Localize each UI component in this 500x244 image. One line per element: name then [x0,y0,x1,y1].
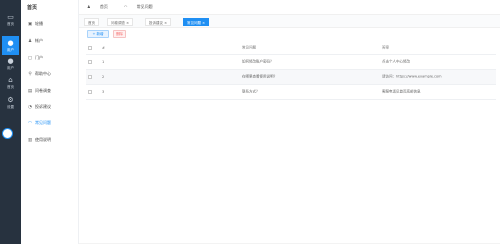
user-icon: ♟ [27,38,33,44]
row-answer: 请访问：https://www.example.com [382,74,442,79]
row-checkbox[interactable] [88,60,92,64]
row-checkbox[interactable] [88,90,92,94]
home-icon: ▭ [7,12,14,21]
menu-item-label: 常见问题 [35,120,51,125]
menu-item-complaint[interactable]: ◔ 投诉建议 [27,102,51,112]
row-num: 2 [102,75,105,79]
chat-icon: ▤ [27,88,33,94]
link-icon: ⚲ [28,71,32,77]
header-answer: 答案 [382,45,389,50]
rail-item-home[interactable]: ▭ 首页 [2,10,19,29]
menu-item-account[interactable]: ♟ 帐户 [27,36,43,46]
table-row[interactable]: 2 在哪里查看使用说明？ 请访问：https://www.example.com [86,70,496,85]
header-num: # [102,46,105,50]
header-user[interactable]: ♟ 首页 [87,4,116,10]
row-question: 如何修改账户密码？ [242,59,274,64]
gear-icon: ⚙ [7,95,14,104]
row-checkbox[interactable] [88,75,92,79]
menu-item-label: 门户 [35,55,43,60]
menu-item-label: 投诉建议 [35,104,51,109]
app-window: ▭ 首页 ● 用户 ● 用户 ⌂ 首页 ⚙ 设置 首页 ▣ 轮播 ♟ 帐户 ▢ … [0,0,500,244]
rail-item-home-2[interactable]: ⌂ 首页 [2,73,19,92]
tab-survey[interactable]: 问卷调查 × [107,18,134,26]
user-icon: ● [7,38,14,47]
row-answer: 点击个人中心修改 [382,59,410,64]
collapse-toggle[interactable] [2,128,13,139]
help-icon: ◠ [28,120,32,126]
menu-item-banner[interactable]: ▣ 轮播 [27,19,43,29]
add-button[interactable]: + 新增 [87,30,109,38]
menu-title: 首页 [27,5,38,11]
dashboard-icon: ▣ [27,21,33,27]
rail-item-user-2[interactable]: ● 用户 [2,54,19,73]
delete-button[interactable]: 删除 [113,30,126,38]
rail-item-label: 用户 [7,65,14,70]
top-header: ♟ 首页 ◠ 常见问题 [79,0,500,14]
header-user-label: 首页 [99,4,108,9]
tab-faq[interactable]: 常见问题 × [183,18,210,26]
menu-item-label: 轮播 [35,21,43,26]
rail-item-settings[interactable]: ⚙ 设置 [2,93,19,112]
nav-rail: ▭ 首页 ● 用户 ● 用户 ⌂ 首页 ⚙ 设置 [0,0,21,244]
row-question: 联系方式？ [242,89,260,94]
rail-item-label: 设置 [7,104,14,109]
tab-complaint[interactable]: 投诉建议 × [145,18,172,26]
lock-icon: ▢ [27,55,33,61]
row-answer: 客服电话见首页底部信息 [382,89,421,94]
rail-item-label: 首页 [7,84,14,89]
menu-item-portal[interactable]: ▢ 门户 [27,53,43,63]
row-question: 在哪里查看使用说明？ [242,74,277,79]
breadcrumb-label: 常见问题 [136,4,153,9]
header-breadcrumb: ◠ 常见问题 [124,4,161,10]
menu-item-label: 使用说明 [35,137,51,142]
row-num: 1 [102,60,105,64]
menu-item-label: 帮助中心 [35,71,51,76]
help-icon: ◠ [123,4,129,9]
rail-item-user[interactable]: ● 用户 [2,36,19,55]
rail-item-label: 用户 [7,47,14,52]
menu-item-label: 问卷调查 [35,88,51,93]
menu-item-faq[interactable]: ◠ 常见问题 [27,118,51,128]
menu-item-survey[interactable]: ▤ 问卷调查 [27,86,51,96]
user-icon: ♟ [87,4,92,9]
rail-item-label: 首页 [7,21,14,26]
select-all-checkbox[interactable] [88,46,92,50]
menu-item-help-center[interactable]: ⚲ 帮助中心 [27,69,51,79]
faq-table: # 常见问题 答案 1 如何修改账户密码？ 点击个人中心修改 2 在哪里查看使用… [86,42,496,100]
user-icon: ● [7,56,14,65]
menu-item-manual[interactable]: ▥ 使用说明 [27,135,51,145]
table-header-row: # 常见问题 答案 [86,42,496,55]
row-num: 3 [102,90,105,94]
menu-item-label: 帐户 [35,38,43,43]
book-icon: ▥ [27,137,33,143]
table-row[interactable]: 1 如何修改账户密码？ 点击个人中心修改 [86,55,496,70]
edit-icon: ◔ [28,104,32,110]
home-icon: ⌂ [8,75,13,84]
side-menu: 首页 ▣ 轮播 ♟ 帐户 ▢ 门户 ⚲ 帮助中心 ▤ 问卷调查 ◔ 投诉建议 ◠… [21,0,79,244]
tab-strip: 首页 问卷调查 × 投诉建议 × 常见问题 × [79,14,500,28]
tab-home[interactable]: 首页 [84,18,99,26]
header-question: 常见问题 [242,45,256,50]
table-row[interactable]: 3 联系方式？ 客服电话见首页底部信息 [86,85,496,100]
